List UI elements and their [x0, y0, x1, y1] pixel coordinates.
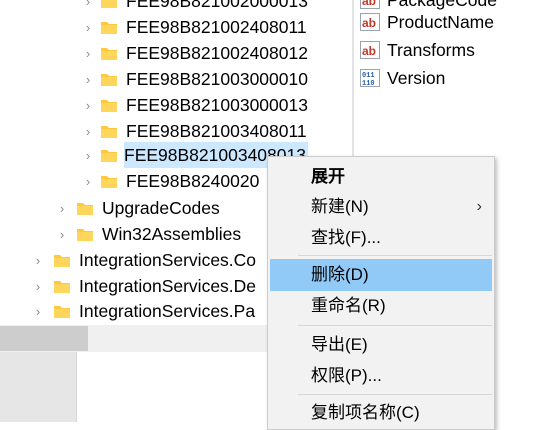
status-column: [0, 352, 77, 422]
chevron-right-icon[interactable]: ›: [55, 221, 69, 247]
chevron-right-icon[interactable]: ›: [81, 66, 95, 92]
folder-icon: [101, 0, 117, 8]
folder-icon: [101, 74, 117, 86]
folder-icon: [101, 126, 117, 138]
tree-item-label: IntegrationServices.De: [79, 276, 257, 296]
menu-item-copy-key-name[interactable]: 复制项名称(C): [270, 397, 492, 429]
menu-item-label: 重命名(R): [311, 296, 386, 315]
scrollbar-thumb[interactable]: [0, 326, 88, 351]
folder-icon: [77, 203, 93, 215]
folder-icon: [54, 255, 70, 267]
tree-item-label: FEE98B8240020: [126, 171, 260, 191]
value-name: Version: [387, 68, 446, 88]
menu-separator: [298, 325, 492, 326]
svg-text:110: 110: [362, 80, 375, 87]
menu-item-label: 导出(E): [311, 335, 368, 354]
menu-item-find[interactable]: 查找(F)...: [270, 222, 492, 254]
tree-item-label: Win32Assemblies: [102, 224, 242, 244]
menu-item-label: 新建(N): [311, 197, 369, 216]
menu-item-expand[interactable]: 展开: [270, 161, 492, 193]
tree-item-label: UpgradeCodes: [102, 198, 220, 218]
tree-item-label: FEE98B821002000013: [126, 0, 308, 11]
menu-item-permissions[interactable]: 权限(P)...: [270, 360, 492, 392]
value-name: ProductName: [387, 12, 494, 32]
tree-item-label: FEE98B821003408011: [126, 121, 307, 141]
folder-icon: [101, 48, 117, 60]
tree-item[interactable]: › FEE98B821003408011: [0, 118, 352, 144]
svg-text:011: 011: [362, 72, 375, 80]
context-menu[interactable]: 展开 新建(N) › 查找(F)... 删除(D) 重命名(R) 导出(E) 权…: [267, 156, 495, 430]
string-value-icon: ab: [360, 13, 380, 31]
svg-text:ab: ab: [362, 0, 376, 8]
chevron-right-icon[interactable]: ›: [81, 40, 95, 66]
folder-icon: [54, 306, 70, 318]
chevron-right-icon[interactable]: ›: [31, 273, 45, 299]
binary-value-icon: 011110: [360, 69, 380, 87]
tree-item-label: IntegrationServices.Co: [79, 250, 257, 270]
value-name: Transforms: [387, 40, 475, 60]
tree-item-label: FEE98B821003000010: [126, 69, 308, 89]
menu-item-label: 展开: [311, 167, 345, 186]
chevron-right-icon[interactable]: ›: [81, 118, 95, 144]
folder-icon: [54, 281, 70, 293]
menu-item-rename[interactable]: 重命名(R): [270, 290, 492, 322]
menu-item-label: 权限(P)...: [311, 366, 382, 385]
menu-item-label: 复制项名称(C): [311, 403, 420, 422]
tree-item[interactable]: › FEE98B821002408011: [0, 14, 352, 40]
folder-icon: [77, 229, 93, 241]
submenu-arrow-icon: ›: [476, 198, 482, 215]
chevron-right-icon[interactable]: ›: [81, 14, 95, 40]
string-value-icon: ab: [360, 0, 380, 9]
menu-item-export[interactable]: 导出(E): [270, 329, 492, 361]
chevron-right-icon[interactable]: ›: [55, 195, 69, 221]
folder-icon: [101, 100, 117, 112]
svg-text:ab: ab: [362, 16, 376, 30]
tree-item[interactable]: › FEE98B821002408012: [0, 40, 352, 66]
folder-icon: [101, 22, 117, 34]
menu-item-delete[interactable]: 删除(D): [270, 259, 492, 291]
folder-icon: [101, 150, 117, 162]
string-value-icon: ab: [360, 41, 380, 59]
tree-item-label: FEE98B821002408012: [126, 43, 308, 63]
tree-item-label: IntegrationServices.Pa: [79, 301, 256, 321]
menu-item-new[interactable]: 新建(N) ›: [270, 191, 492, 223]
chevron-right-icon[interactable]: ›: [81, 142, 95, 168]
menu-separator: [298, 394, 492, 395]
tree-item-label: FEE98B821003000013: [126, 95, 308, 115]
menu-separator: [298, 255, 492, 256]
chevron-right-icon[interactable]: ›: [31, 298, 45, 324]
tree-item[interactable]: › FEE98B821003000010: [0, 66, 352, 92]
folder-icon: [101, 176, 117, 188]
tree-item[interactable]: › FEE98B821002000013: [0, 0, 352, 14]
tree-item-label: FEE98B821002408011: [126, 17, 307, 37]
chevron-right-icon[interactable]: ›: [81, 92, 95, 118]
chevron-right-icon[interactable]: ›: [81, 0, 95, 14]
tree-item[interactable]: › FEE98B821003000013: [0, 92, 352, 118]
menu-item-label: 删除(D): [311, 265, 369, 284]
chevron-right-icon[interactable]: ›: [31, 247, 45, 273]
menu-item-label: 查找(F)...: [311, 228, 381, 247]
svg-text:ab: ab: [362, 44, 376, 58]
chevron-right-icon[interactable]: ›: [81, 168, 95, 194]
